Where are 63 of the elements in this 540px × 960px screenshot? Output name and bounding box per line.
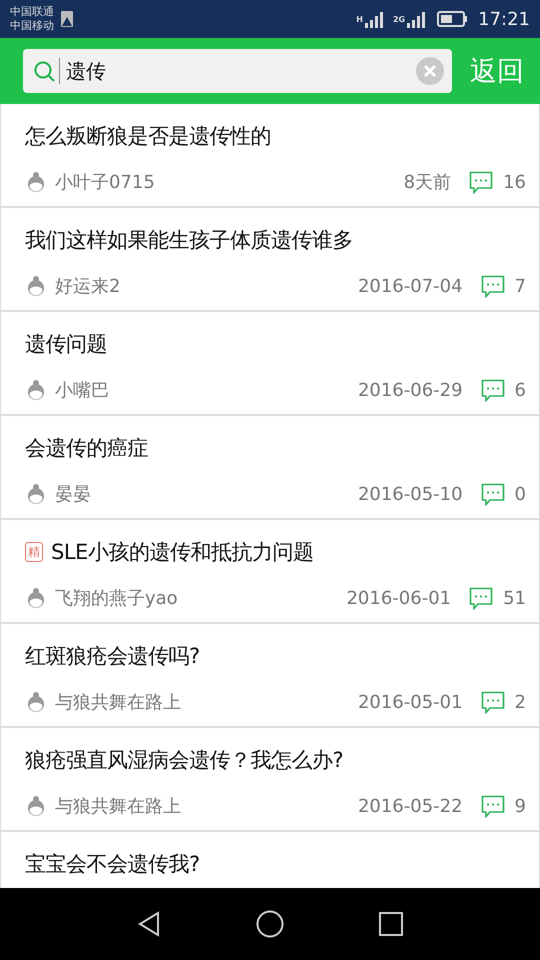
comment-icon — [480, 378, 505, 402]
post-date: 2016-05-22 — [358, 796, 463, 816]
author-name: 好运来2 — [55, 275, 122, 298]
post-date: 2016-07-04 — [358, 276, 463, 296]
search-bar[interactable]: 遗传 — [23, 49, 452, 93]
comment-icon — [469, 586, 494, 610]
avatar-icon — [25, 275, 47, 297]
comment-count: 7 — [514, 276, 526, 296]
search-field[interactable]: 遗传 — [66, 59, 416, 83]
post-date: 8天前 — [404, 171, 452, 194]
topic-title[interactable]: 怎么叛断狼是否是遗传性的 — [25, 122, 271, 150]
post-date: 2016-06-29 — [358, 380, 463, 400]
post-date: 2016-05-01 — [358, 692, 463, 712]
topic-title[interactable]: 狼疮强直风湿病会遗传？我怎么办? — [25, 746, 344, 774]
comment-count: 16 — [503, 172, 526, 192]
clock: 17:21 — [478, 8, 530, 30]
comment-count: 51 — [503, 588, 526, 608]
signal-icon — [364, 10, 383, 28]
comment-icon — [480, 690, 505, 714]
battery-alert-icon — [58, 9, 76, 29]
comment-icon — [480, 794, 505, 818]
avatar-icon — [25, 171, 47, 193]
home-icon — [256, 910, 284, 938]
comment-count: 0 — [514, 484, 526, 504]
author-name: 小嘴巴 — [55, 379, 110, 402]
search-icon — [33, 60, 55, 82]
post-date: 2016-05-10 — [358, 484, 463, 504]
avatar-icon — [25, 379, 47, 401]
topic-title[interactable]: 宝宝会不会遗传我? — [25, 850, 200, 878]
back-button[interactable] — [137, 911, 162, 937]
topic-title[interactable]: SLE小孩的遗传和抵抗力问题 — [51, 538, 314, 566]
author-name: 与狼共舞在路上 — [55, 795, 182, 818]
avatar-icon — [25, 795, 47, 817]
topic-title[interactable]: 红斑狼疮会遗传吗? — [25, 642, 200, 670]
recent-apps-icon — [378, 912, 403, 936]
close-icon — [416, 57, 444, 85]
comment-icon — [480, 274, 505, 298]
comment-icon — [469, 170, 494, 194]
avatar-icon — [25, 483, 47, 505]
back-icon — [137, 911, 162, 937]
network-type: H — [356, 14, 363, 24]
comment-count: 9 — [514, 796, 526, 816]
author-name: 晏晏 — [55, 483, 92, 506]
comment-icon — [480, 482, 505, 506]
carrier-name: 中国移动 — [10, 19, 54, 33]
author-name: 飞翔的燕子yao — [55, 587, 179, 610]
signal-icon — [407, 10, 426, 28]
topic-title[interactable]: 我们这样如果能生孩子体质遗传谁多 — [25, 226, 353, 254]
topic-title[interactable]: 遗传问题 — [25, 330, 107, 358]
battery-icon — [437, 11, 468, 27]
post-date: 2016-06-01 — [346, 588, 452, 608]
topic-title[interactable]: 会遗传的癌症 — [25, 434, 148, 462]
network-type: 2G — [392, 14, 406, 24]
featured-badge: 精 — [25, 542, 43, 562]
author-name: 与狼共舞在路上 — [55, 691, 182, 714]
author-name: 小叶子0715 — [55, 171, 156, 194]
home-button[interactable] — [256, 910, 284, 938]
avatar-icon — [25, 587, 47, 609]
comment-count: 6 — [514, 380, 526, 400]
carrier-name: 中国联通 — [10, 5, 54, 19]
recent-apps-button[interactable] — [378, 912, 403, 936]
comment-count: 2 — [514, 692, 526, 712]
avatar-icon — [25, 691, 47, 713]
